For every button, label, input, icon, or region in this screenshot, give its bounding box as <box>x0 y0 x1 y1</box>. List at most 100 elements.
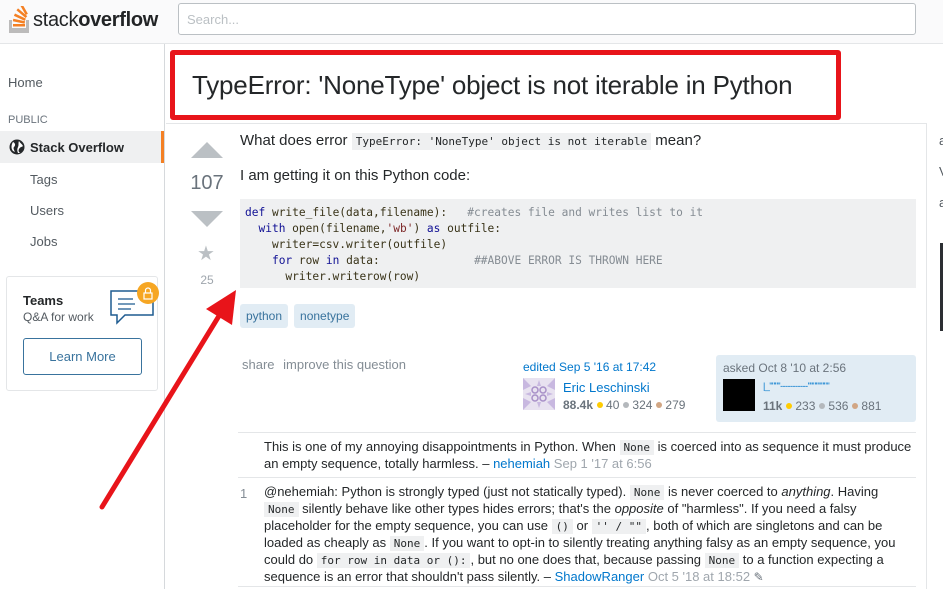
silver-count: 324 <box>632 398 653 412</box>
emphasis: opposite <box>614 501 664 516</box>
silver-badge-icon <box>819 403 826 410</box>
code-block: def write_file(data,filename): #creates … <box>240 199 916 288</box>
tag-list: python nonetype <box>240 304 356 328</box>
inline-code: for row in data or (): <box>316 553 471 568</box>
search-input[interactable] <box>178 3 916 35</box>
divider <box>166 123 926 124</box>
teams-subtitle: Q&A for work <box>23 310 94 324</box>
code-line: writer=csv.writer(outfile) <box>245 238 448 251</box>
sidebar-section-label: PUBLIC <box>8 114 48 126</box>
emphasis: anything <box>781 484 831 499</box>
teams-chat-lock-icon <box>110 282 159 325</box>
question-title[interactable]: TypeError: 'NoneType' object is not iter… <box>192 70 793 101</box>
avatar[interactable] <box>523 378 555 410</box>
top-bar: stackoverflow <box>0 0 943 44</box>
sidebar-item-users[interactable]: Users <box>30 203 64 218</box>
comment-user-link[interactable]: nehemiah <box>493 456 550 471</box>
comment-text: This is one of my annoying disappointmen… <box>264 439 620 454</box>
comment-date[interactable]: Sep 1 '17 at 6:56 <box>554 456 652 471</box>
sidebar-item-label: Stack Overflow <box>30 139 124 155</box>
inline-code: None <box>619 440 655 455</box>
gold-count: 40 <box>606 398 620 412</box>
post-menu: share improve this question <box>242 357 411 372</box>
comment-text: @nehemiah: Python is strongly typed (jus… <box>264 484 630 499</box>
gold-badge-icon <box>597 402 604 409</box>
owner-name[interactable]: |_""""-----------"""""""" <box>763 381 830 391</box>
code-line: def write_file(data,filename): #creates … <box>245 206 704 219</box>
comment-text: or <box>572 518 592 533</box>
vote-count: 107 <box>190 172 224 194</box>
teams-promo: Teams Q&A for work Learn More <box>6 276 159 391</box>
left-sidebar: Home PUBLIC Stack Overflow Tags Users Jo… <box>0 44 165 589</box>
improve-question-link[interactable]: improve this question <box>283 357 406 372</box>
downvote-arrow-icon[interactable] <box>191 211 223 227</box>
favorite-count: 25 <box>200 273 214 287</box>
comment-divider <box>238 477 916 478</box>
gold-badge-icon <box>786 403 793 410</box>
silver-count: 536 <box>828 399 849 413</box>
favorite-star-icon[interactable]: ★ <box>197 244 215 264</box>
inline-code: TypeError: 'NoneType' object is not iter… <box>351 133 652 150</box>
stack-logo-icon <box>9 6 29 33</box>
code-line: writer.writerow(row) <box>245 270 421 283</box>
comment-text: silently behave like other types hides e… <box>298 501 615 516</box>
inline-code: None <box>704 553 740 568</box>
edited-timestamp[interactable]: edited Sep 5 '16 at 17:42 <box>523 360 656 374</box>
question-body-paragraph: I am getting it on this Python code: <box>240 167 471 184</box>
code-line: for row in data: ##ABOVE ERROR IS THROWN… <box>271 254 663 267</box>
text: mean? <box>651 132 702 149</box>
inline-code: None <box>389 536 425 551</box>
reputation: 88.4k <box>563 398 594 412</box>
silver-badge-icon <box>623 402 630 409</box>
sidebar-item-stack-overflow[interactable]: Stack Overflow <box>0 131 164 163</box>
teams-title: Teams <box>23 293 64 308</box>
comment-text: , but no one does that, because passing <box>470 552 705 567</box>
comment-divider <box>238 432 916 433</box>
bronze-badge-icon <box>656 402 663 409</box>
question-body-paragraph: What does error TypeError: 'NoneType' ob… <box>240 132 702 150</box>
right-sidebar <box>926 123 943 589</box>
avatar[interactable] <box>723 379 755 411</box>
owner-user-card: asked Oct 8 '10 at 2:56 |_""""----------… <box>716 355 916 422</box>
logo-text: stackoverflow <box>33 8 159 31</box>
comment-divider <box>238 586 916 587</box>
sidebar-item-home[interactable]: Home <box>8 75 43 90</box>
tag-nonetype[interactable]: nonetype <box>294 304 356 328</box>
learn-more-button[interactable]: Learn More <box>23 338 142 375</box>
comment: This is one of my annoying disappointmen… <box>264 439 914 472</box>
comment-user-link[interactable]: ShadowRanger <box>555 569 645 584</box>
asked-timestamp: asked Oct 8 '10 at 2:56 <box>723 361 847 375</box>
share-link[interactable]: share <box>242 357 275 372</box>
right-sidebar-text: a <box>939 133 943 148</box>
edit-pencil-icon[interactable]: ✎ <box>754 570 764 584</box>
title-highlight-box: TypeError: 'NoneType' object is not iter… <box>170 50 841 120</box>
right-sidebar-text: V <box>939 164 943 179</box>
gold-count: 233 <box>795 399 816 413</box>
editor-name[interactable]: Eric Leschinski <box>563 380 650 395</box>
reputation: 11k <box>763 399 783 413</box>
code-line: with open(filename,'wb') as outfile: <box>258 222 502 235</box>
tag-python[interactable]: python <box>240 304 289 328</box>
comment-text: . Having <box>830 484 879 499</box>
owner-stats: 11k 233 536 881 <box>763 399 881 413</box>
comment: @nehemiah: Python is strongly typed (jus… <box>264 484 914 585</box>
inline-code: None <box>264 502 299 517</box>
bronze-badge-icon <box>852 403 859 410</box>
comment-date[interactable]: Oct 5 '18 at 18:52 <box>648 569 750 584</box>
editor-stats: 88.4k 40 324 279 <box>563 398 685 412</box>
bronze-count: 881 <box>861 399 882 413</box>
inline-code: '' / "" <box>591 519 647 534</box>
inline-code: () <box>551 519 573 534</box>
editor-user-card: edited Sep 5 '16 at 17:42 Eric Leschinsk… <box>520 356 710 420</box>
bronze-count: 279 <box>665 398 686 412</box>
right-sidebar-text: a <box>939 195 943 210</box>
text: What does error <box>240 132 352 149</box>
globe-icon <box>9 139 25 155</box>
comment-score: 1 <box>240 486 248 501</box>
stackoverflow-logo[interactable]: stackoverflow <box>8 4 158 36</box>
comment-text: is never coerced to <box>664 484 782 499</box>
sidebar-item-tags[interactable]: Tags <box>30 172 57 187</box>
sidebar-item-jobs[interactable]: Jobs <box>30 234 57 249</box>
inline-code: None <box>629 485 665 500</box>
upvote-arrow-icon[interactable] <box>191 142 223 158</box>
